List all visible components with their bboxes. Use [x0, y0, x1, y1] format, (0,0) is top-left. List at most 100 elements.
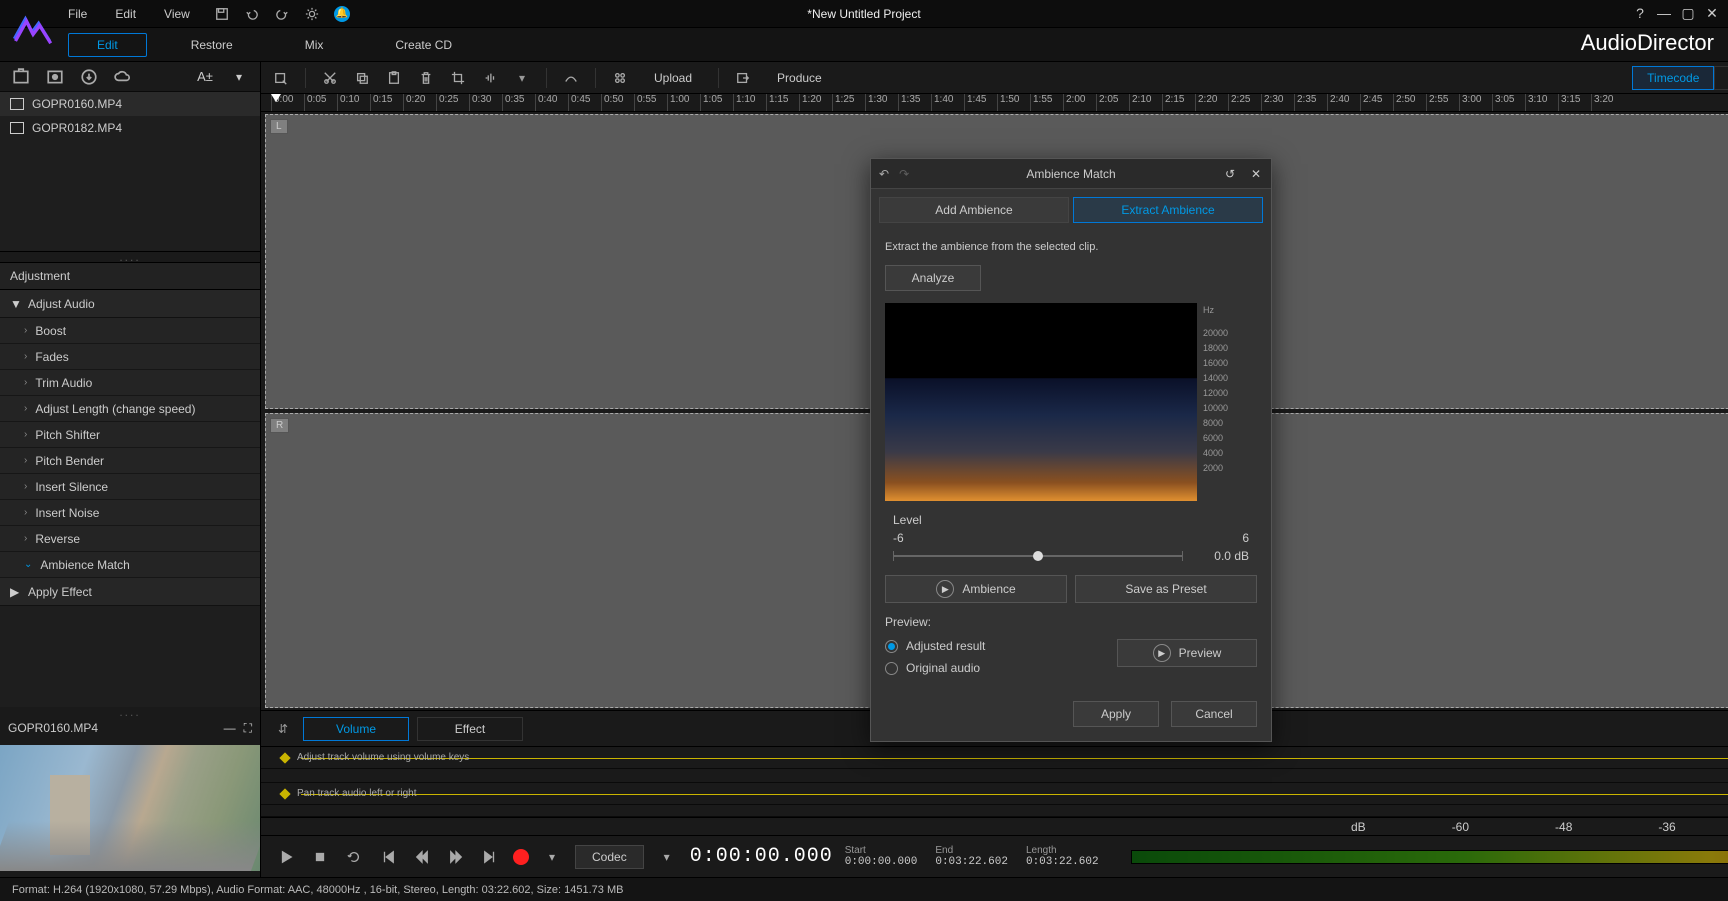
codec-button[interactable]: Codec [575, 845, 644, 869]
barbeat-toggle[interactable]: Bar/Beat [1714, 66, 1728, 90]
dropdown-icon[interactable]: ▾ [510, 66, 534, 90]
settings-icon[interactable] [304, 6, 320, 22]
record-file-icon[interactable] [46, 68, 64, 86]
rew-icon[interactable] [411, 846, 433, 868]
paste-icon[interactable] [382, 66, 406, 90]
delete-icon[interactable] [414, 66, 438, 90]
adjust-item-insert-silence[interactable]: ›Insert Silence [0, 474, 260, 500]
adjust-item-insert-noise[interactable]: ›Insert Noise [0, 500, 260, 526]
adjust-item-pitch-bender[interactable]: ›Pitch Bender [0, 448, 260, 474]
timecode-toggle[interactable]: Timecode [1632, 66, 1714, 90]
export-icon[interactable] [731, 66, 755, 90]
keyframe-icon[interactable] [279, 752, 290, 763]
level-slider[interactable] [893, 555, 1183, 557]
maximize-icon[interactable]: ▢ [1678, 4, 1698, 22]
play-icon: ▶ [1153, 644, 1171, 662]
panel-resize-handle[interactable] [0, 707, 260, 717]
save-preset-button[interactable]: Save as Preset [1075, 575, 1257, 603]
analyze-button[interactable]: Analyze [885, 265, 981, 291]
adjust-item-trim[interactable]: ›Trim Audio [0, 370, 260, 396]
minimize-preview-icon[interactable]: — [224, 721, 236, 736]
record-dropdown-icon[interactable]: ▾ [541, 846, 563, 868]
font-size-button[interactable]: A± [196, 68, 214, 86]
dialog-reset-icon[interactable]: ↺ [1221, 167, 1239, 181]
cloud-icon[interactable] [114, 68, 132, 86]
undo-icon[interactable] [244, 6, 260, 22]
notification-badge-icon[interactable]: 🔔 [334, 6, 350, 22]
brand-label: AudioDirector [1581, 30, 1714, 56]
radio-icon [885, 640, 898, 653]
tab-effect[interactable]: Effect [417, 717, 523, 741]
panel-resize-handle[interactable] [0, 252, 260, 262]
lane-toggle-icon[interactable]: ⇵ [271, 717, 295, 741]
copy-icon[interactable] [350, 66, 374, 90]
ambience-play-button[interactable]: ▶Ambience [885, 575, 1067, 603]
tab-mix[interactable]: Mix [269, 28, 360, 62]
tab-volume[interactable]: Volume [303, 717, 409, 741]
dialog-close-icon[interactable]: ✕ [1247, 167, 1265, 181]
record-button[interactable] [513, 849, 529, 865]
adjust-item-reverse[interactable]: ›Reverse [0, 526, 260, 552]
expand-preview-icon[interactable]: ⛶ [244, 721, 252, 736]
radio-original-audio[interactable]: Original audio [885, 657, 1066, 679]
download-media-icon[interactable] [80, 68, 98, 86]
menu-edit[interactable]: Edit [115, 7, 136, 21]
media-item[interactable]: GOPR0160.MP4 [0, 92, 260, 116]
tab-add-ambience[interactable]: Add Ambience [879, 197, 1069, 223]
loop-icon[interactable] [343, 846, 365, 868]
upload-button[interactable]: Upload [640, 66, 706, 90]
tab-restore[interactable]: Restore [155, 28, 269, 62]
adjust-audio-category[interactable]: ▼Adjust Audio [0, 290, 260, 318]
tab-extract-ambience[interactable]: Extract Ambience [1073, 197, 1263, 223]
cut-icon[interactable] [318, 66, 342, 90]
adjust-item-pitch-shifter[interactable]: ›Pitch Shifter [0, 422, 260, 448]
import-icon[interactable] [12, 68, 30, 86]
dialog-undo-icon[interactable]: ↶ [879, 167, 889, 181]
keyframe-icon[interactable] [279, 788, 290, 799]
preview-button[interactable]: ▶Preview [1117, 639, 1257, 667]
tab-edit[interactable]: Edit [68, 33, 147, 57]
dialog-redo-icon[interactable]: ↷ [899, 167, 909, 181]
fade-icon[interactable] [559, 66, 583, 90]
media-item[interactable]: GOPR0182.MP4 [0, 116, 260, 140]
prev-icon[interactable] [377, 846, 399, 868]
close-icon[interactable]: ✕ [1702, 4, 1722, 22]
minimize-icon[interactable]: — [1654, 4, 1674, 22]
pan-keyframe-lane[interactable]: Pan track audio left or right L [261, 783, 1728, 805]
adjust-item-fades[interactable]: ›Fades [0, 344, 260, 370]
slider-thumb[interactable] [1033, 551, 1043, 561]
produce-button[interactable]: Produce [763, 66, 836, 90]
save-icon[interactable] [214, 6, 230, 22]
ruler-tick: 2:30 [1261, 94, 1294, 111]
adjust-item-length[interactable]: ›Adjust Length (change speed) [0, 396, 260, 422]
adjust-item-boost[interactable]: ›Boost [0, 318, 260, 344]
status-bar: Format: H.264 (1920x1080, 57.29 Mbps), A… [0, 877, 1728, 901]
redo-icon[interactable] [274, 6, 290, 22]
codec-dropdown-icon[interactable]: ▾ [656, 846, 678, 868]
apply-effect-category[interactable]: ▶Apply Effect [0, 578, 260, 606]
volume-keyframe-lane[interactable]: Adjust track volume using volume keys -1… [261, 747, 1728, 769]
adjust-item-ambience-match[interactable]: ⌄Ambience Match [0, 552, 260, 578]
stop-icon[interactable] [309, 846, 331, 868]
tab-create-cd[interactable]: Create CD [359, 28, 488, 62]
crop-icon[interactable] [446, 66, 470, 90]
timeline-ruler[interactable]: 0:000:050:100:150:200:250:300:350:400:45… [261, 94, 1728, 112]
apply-button[interactable]: Apply [1073, 701, 1159, 727]
ruler-tick: 2:05 [1096, 94, 1129, 111]
next-icon[interactable] [479, 846, 501, 868]
normalize-icon[interactable] [478, 66, 502, 90]
menu-view[interactable]: View [164, 7, 190, 21]
video-preview[interactable] [0, 745, 260, 871]
playhead-icon[interactable] [271, 94, 281, 102]
channels-icon[interactable] [608, 66, 632, 90]
menu-file[interactable]: File [68, 7, 87, 21]
select-tool-icon[interactable] [269, 66, 293, 90]
radio-adjusted-result[interactable]: Adjusted result [885, 635, 1066, 657]
ff-icon[interactable] [445, 846, 467, 868]
ruler-tick: 0:50 [601, 94, 634, 111]
play-icon[interactable] [275, 846, 297, 868]
dropdown-icon[interactable]: ▾ [230, 68, 248, 86]
play-icon: ▶ [936, 580, 954, 598]
cancel-button[interactable]: Cancel [1171, 701, 1257, 727]
help-icon[interactable]: ? [1630, 4, 1650, 22]
